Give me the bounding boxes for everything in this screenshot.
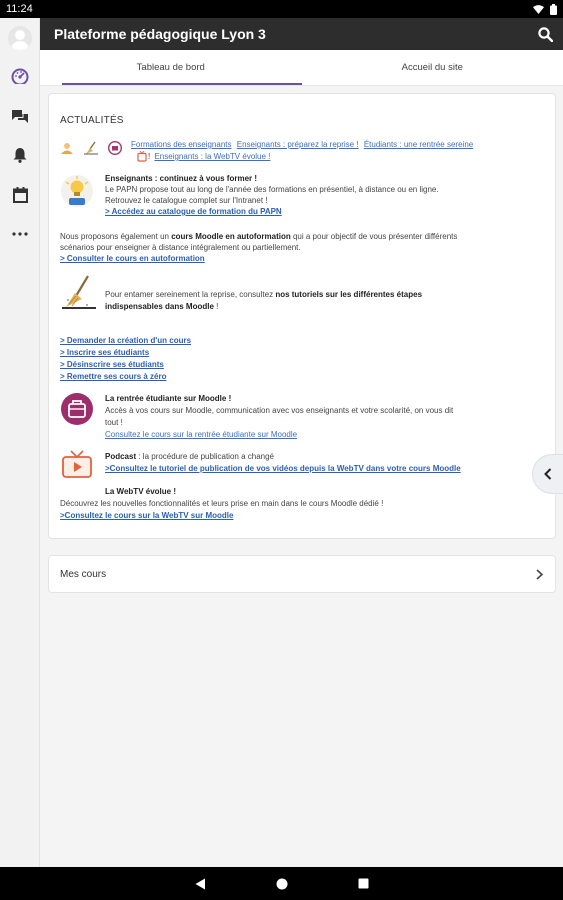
system-nav-bar [0, 867, 563, 900]
sidebar-item-dashboard[interactable] [0, 56, 40, 96]
calendar-icon [12, 187, 28, 203]
sidebar-item-more[interactable] [0, 214, 40, 254]
wifi-icon [533, 4, 544, 14]
link-reset-courses[interactable]: > Remettre ses cours à zéro [60, 372, 167, 382]
section6-heading: La WebTV évolue ! [105, 487, 176, 496]
status-time: 11:24 [6, 3, 33, 15]
bell-icon [13, 148, 27, 163]
news-links-row-2: ! Enseignants : la WebTV évolue ! [148, 152, 271, 161]
lightbulb-illustration-icon [61, 175, 93, 207]
sidebar-item-messages[interactable] [0, 96, 40, 136]
link-self-training-course[interactable]: > Consulter le cours en autoformation [60, 254, 205, 264]
tab-dashboard[interactable]: Tableau de bord [40, 50, 302, 85]
section4-line1: Accès à vos cours sur Moodle, communicat… [105, 406, 454, 415]
tab-site-home[interactable]: Accueil du site [302, 50, 563, 85]
broom-icon [84, 141, 98, 155]
section1-line2: Retrouvez le catalogue complet sur l'Int… [105, 196, 268, 205]
link-request-course[interactable]: > Demander la création d'un cours [60, 336, 191, 346]
user-menu-button[interactable] [0, 18, 40, 58]
link-teacher-training[interactable]: Formations des enseignants [131, 140, 232, 149]
link-unenrol-students[interactable]: > Désinscrire ses étudiants [60, 360, 164, 370]
page-title: Plateforme pédagogique Lyon 3 [54, 26, 266, 42]
section5-text: : la procédure de publication a changé [136, 452, 274, 461]
link-student-start-course[interactable]: Consultez le cours sur la rentrée étudia… [105, 430, 297, 440]
section1-heading: Enseignants : continuez à vous former ! [105, 174, 258, 183]
messages-icon [12, 109, 28, 123]
avatar [8, 26, 32, 50]
main-content: ACTUALITÉS Formations des enseignants En… [40, 86, 563, 867]
section5-label: Podcast [105, 452, 137, 461]
sidebar-item-notifications[interactable] [0, 135, 40, 175]
section3-line1: Pour entamer sereinement la reprise, con… [105, 290, 422, 300]
link-webtv-tutorial[interactable]: >Consultez le tutoriel de publication de… [105, 464, 461, 474]
tab-dashboard-label: Tableau de bord [136, 62, 205, 73]
home-icon[interactable] [276, 878, 288, 890]
more-icon [12, 232, 28, 236]
app-header: Plateforme pédagogique Lyon 3 [40, 18, 563, 50]
link-enrol-students[interactable]: > Inscrire ses étudiants [60, 348, 149, 358]
section2-line1-c: qui a pour objectif de vous présenter di… [290, 232, 458, 241]
back-icon[interactable] [195, 878, 206, 890]
sidebar-item-calendar[interactable] [0, 175, 40, 215]
tv-icon [137, 151, 147, 162]
news-links-row-1: Formations des enseignants Enseignants :… [131, 140, 473, 150]
sidebar [0, 18, 40, 867]
section4-heading: La rentrée étudiante sur Moodle ! [105, 394, 232, 403]
tab-bar: Tableau de bord Accueil du site [40, 50, 563, 86]
section3-line2: indispensables dans Moodle ! [105, 302, 218, 312]
dashboard-icon [11, 68, 29, 84]
webtv-illustration-icon [62, 450, 92, 478]
news-block: ACTUALITÉS Formations des enseignants En… [48, 93, 556, 539]
section3-line2-end: ! [213, 302, 219, 311]
status-bar: 11:24 [0, 0, 563, 18]
my-courses-block[interactable]: Mes cours [48, 555, 556, 593]
recents-icon[interactable] [358, 878, 369, 889]
broom-illustration-icon [62, 275, 96, 309]
battery-icon [550, 3, 557, 15]
section3-line1-b: nos tutoriels sur les différentes étapes [275, 290, 423, 299]
section3-line2-bold: indispensables dans Moodle [105, 302, 214, 311]
tab-site-home-label: Accueil du site [401, 62, 463, 73]
section2-line1-b: cours Moodle en autoformation [171, 232, 291, 241]
link-teachers-prepare[interactable]: Enseignants : préparez la reprise ! [237, 140, 359, 149]
student-bag-icon [61, 393, 93, 425]
teacher-icon [61, 143, 73, 154]
status-icons [533, 3, 557, 15]
section4-line2: tout ! [105, 418, 123, 427]
chevron-left-icon [544, 468, 552, 480]
section2-line1-a: Nous proposons également un [60, 232, 172, 241]
search-icon[interactable] [538, 26, 553, 42]
link-webtv-evolves[interactable]: Enseignants : la WebTV évolue ! [154, 152, 270, 161]
chevron-right-icon [536, 568, 543, 580]
section2-line2: scénarios pour enseigner à distance inté… [60, 243, 301, 252]
news-title: ACTUALITÉS [60, 115, 124, 126]
my-courses-label: Mes cours [60, 568, 107, 580]
section1-line1: Le PAPN propose tout au long de l'année … [105, 185, 439, 194]
section6-line1: Découvrez les nouvelles fonctionnalités … [60, 499, 384, 508]
link-students-start[interactable]: Étudiants : une rentrée sereine [364, 140, 473, 149]
student-icon [108, 141, 122, 155]
section5-line: Podcast : la procédure de publication a … [105, 452, 274, 462]
section3-line1-a: Pour entamer sereinement la reprise, con… [105, 290, 276, 299]
link-training-catalog[interactable]: > Accédez au catalogue de formation du P… [105, 207, 282, 217]
link-webtv-course[interactable]: >Consultez le cours sur la WebTV sur Moo… [60, 511, 233, 521]
section2-line1: Nous proposons également un cours Moodle… [60, 232, 457, 242]
